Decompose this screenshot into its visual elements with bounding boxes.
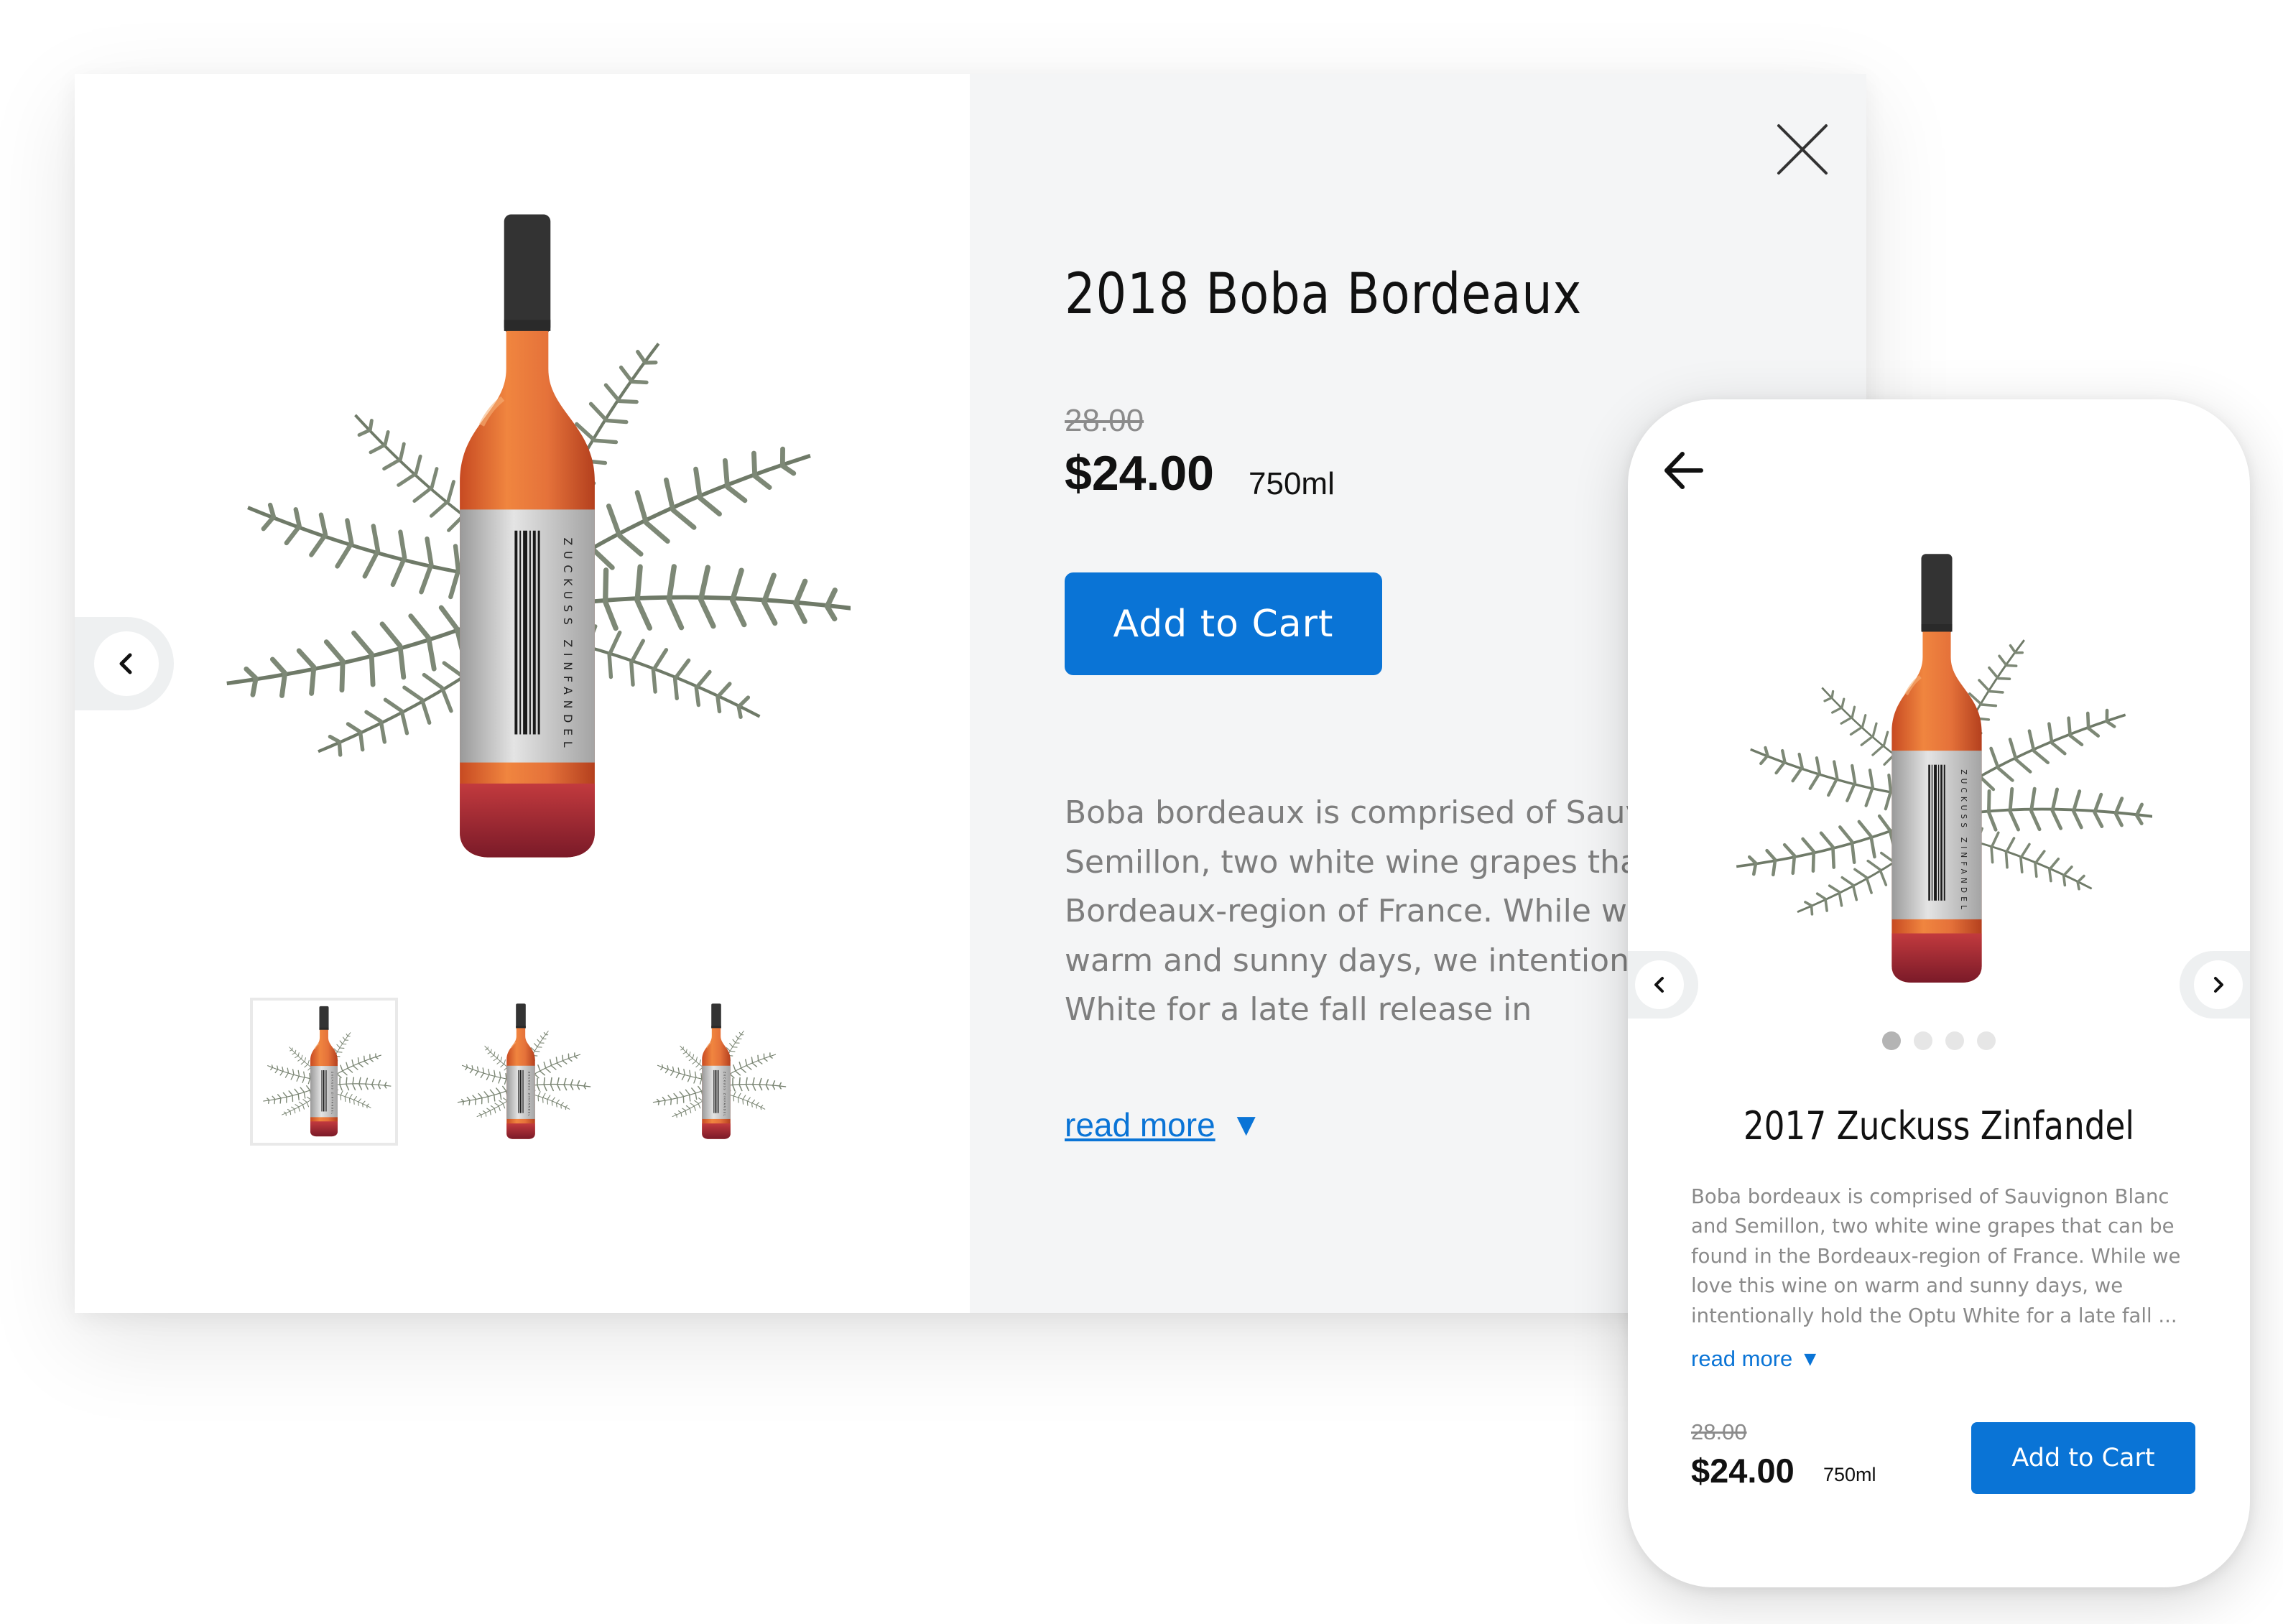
original-price: 28.00	[1065, 403, 1144, 438]
close-button[interactable]	[1770, 117, 1835, 182]
close-icon	[1777, 124, 1828, 175]
chevron-right-icon	[2194, 960, 2243, 1009]
mobile-product-view: 2017 Zuckuss Zinfandel Boba bordeaux is …	[1628, 399, 2250, 1587]
carousel-dot[interactable]	[1945, 1031, 1964, 1050]
thumbnail-2[interactable]	[447, 998, 595, 1146]
bottle-size: 750ml	[1823, 1464, 1876, 1485]
product-title: 2017 Zuckuss Zinfandel	[1743, 1103, 2135, 1149]
bottle-size: 750ml	[1249, 466, 1335, 501]
read-more-link[interactable]: read more ▼	[1691, 1346, 1816, 1372]
product-title: 2018 Boba Bordeaux	[1065, 262, 1583, 327]
product-image	[1721, 543, 2152, 1010]
add-to-cart-button[interactable]: Add to Cart	[1065, 572, 1382, 675]
read-more-label: read more	[1065, 1106, 1215, 1143]
arrow-left-icon	[1664, 452, 1703, 489]
chevron-left-icon	[94, 631, 159, 696]
carousel-dot[interactable]	[1914, 1031, 1932, 1050]
thumbnail-3[interactable]	[642, 998, 790, 1146]
previous-image-button[interactable]	[1628, 951, 1698, 1019]
read-more-label: read more	[1691, 1346, 1793, 1371]
previous-image-button[interactable]	[75, 617, 174, 710]
caret-down-icon: ▼	[1804, 1350, 1817, 1368]
carousel-dots	[1628, 1031, 2250, 1050]
product-image-panel	[75, 74, 970, 1313]
product-image	[204, 182, 851, 929]
product-quickview-modal: 2018 Boba Bordeaux 28.00 $24.00 750ml Ad…	[75, 74, 1866, 1313]
next-image-button[interactable]	[2180, 951, 2250, 1019]
product-description: Boba bordeaux is comprised of Sauvignon …	[1691, 1185, 2181, 1327]
read-more-link[interactable]: read more ▼	[1065, 1105, 1256, 1144]
carousel-dot[interactable]	[1882, 1031, 1901, 1050]
product-title-wrap: 2017 Zuckuss Zinfandel	[1628, 1103, 2250, 1149]
back-button[interactable]	[1659, 445, 1710, 496]
sale-price: $24.00	[1065, 446, 1214, 501]
thumbnail-1[interactable]	[250, 998, 398, 1146]
carousel-dot[interactable]	[1977, 1031, 1996, 1050]
thumbnail-image	[642, 998, 790, 1146]
thumbnail-image	[253, 1001, 395, 1143]
thumbnail-image	[447, 998, 595, 1146]
chevron-left-icon	[1635, 960, 1684, 1009]
original-price: 28.00	[1691, 1419, 1747, 1444]
sale-price: $24.00	[1691, 1452, 1795, 1490]
add-to-cart-button[interactable]: Add to Cart	[1971, 1422, 2195, 1494]
caret-down-icon: ▼	[1236, 1110, 1256, 1139]
